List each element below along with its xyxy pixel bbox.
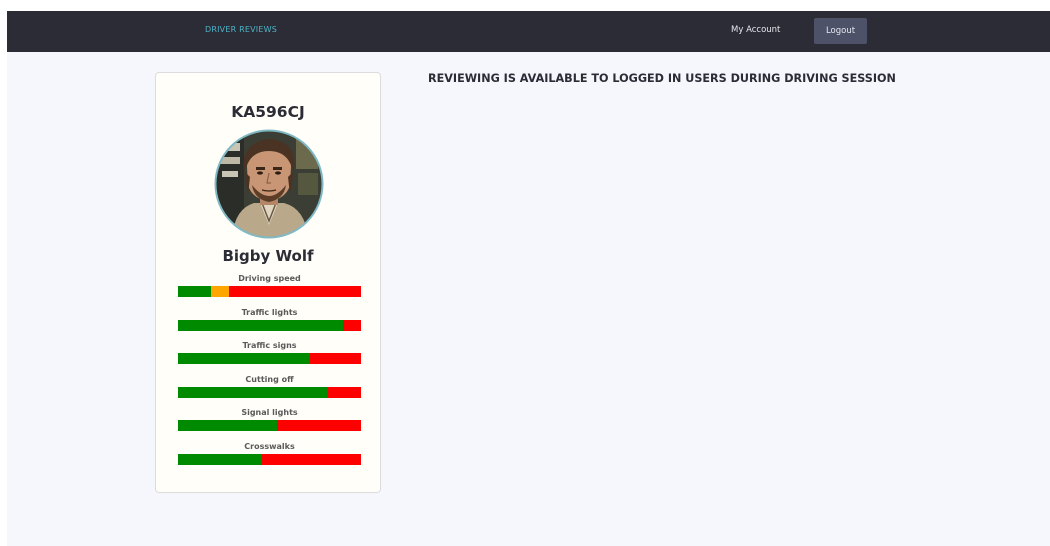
rating-bar-good-segment bbox=[178, 286, 211, 297]
brand-link[interactable]: DRIVER REVIEWS bbox=[205, 25, 277, 34]
metric-driving-speed: Driving speed bbox=[178, 274, 361, 297]
rating-bar bbox=[178, 386, 361, 398]
rating-bar-good-segment bbox=[178, 319, 343, 331]
rating-bar bbox=[178, 353, 361, 364]
metric-label: Signal lights bbox=[241, 408, 298, 417]
reviewing-notice: REVIEWING IS AVAILABLE TO LOGGED IN USER… bbox=[428, 72, 896, 85]
metric-signal-lights: Signal lights bbox=[178, 408, 361, 431]
page: DRIVER REVIEWS My Account Logout REVIEWI… bbox=[7, 11, 1050, 546]
rating-bar-neutral-segment bbox=[210, 286, 230, 297]
logout-button[interactable]: Logout bbox=[814, 18, 867, 44]
rating-bar-good-segment bbox=[178, 386, 329, 398]
metric-label: Traffic signs bbox=[242, 341, 297, 350]
metric-label: Traffic lights bbox=[241, 307, 298, 317]
rating-bar bbox=[178, 286, 361, 297]
metric-label: Driving speed bbox=[238, 274, 301, 283]
driver-card: KA596CJ Bigby Wolf Driving speed Traffic… bbox=[155, 72, 381, 493]
navbar: DRIVER REVIEWS My Account Logout bbox=[7, 11, 1050, 52]
rating-bar-good-segment bbox=[178, 453, 263, 465]
metric-label: Crosswalks bbox=[244, 441, 295, 451]
license-plate: KA596CJ bbox=[231, 103, 305, 121]
my-account-link[interactable]: My Account bbox=[731, 25, 780, 35]
metric-crosswalks: Crosswalks bbox=[178, 442, 361, 465]
rating-bar bbox=[178, 420, 361, 431]
rating-bar bbox=[178, 453, 361, 465]
driver-name: Bigby Wolf bbox=[222, 247, 314, 265]
metric-traffic-signs: Traffic signs bbox=[178, 341, 361, 364]
rating-bar-good-segment bbox=[178, 420, 277, 431]
rating-bar-good-segment bbox=[178, 353, 310, 364]
metric-cutting-off: Cutting off bbox=[178, 375, 361, 398]
driver-avatar bbox=[214, 129, 324, 239]
metric-label: Cutting off bbox=[245, 374, 294, 384]
metric-traffic-lights: Traffic lights bbox=[178, 308, 361, 331]
rating-bar bbox=[178, 319, 361, 331]
